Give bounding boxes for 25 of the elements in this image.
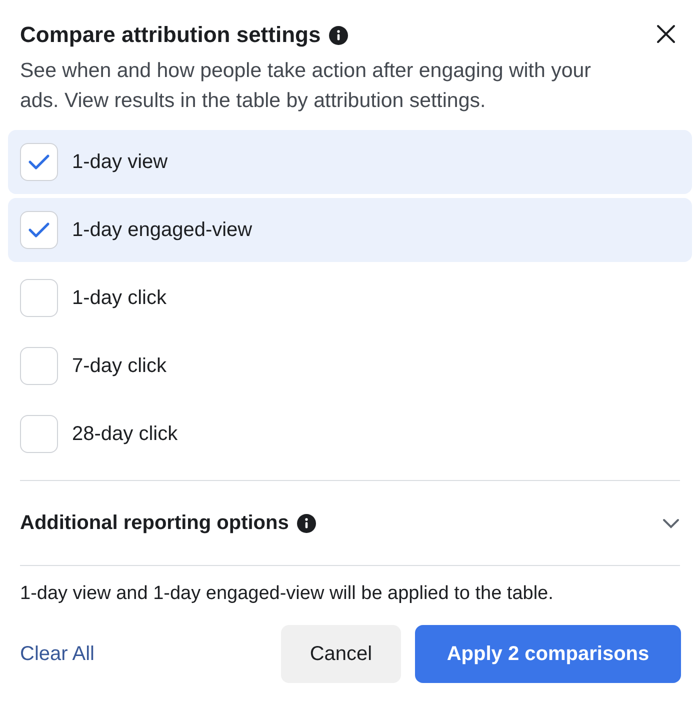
chevron-icon [662, 517, 680, 529]
option-label: 7-day click [72, 354, 166, 379]
option-row[interactable]: 1-day view [8, 130, 692, 194]
option-label: 1-day click [72, 286, 166, 311]
option-label: 1-day view [72, 150, 168, 175]
dialog-title: Compare attribution settings [20, 21, 321, 49]
additional-options-toggle[interactable]: Additional reporting options [20, 481, 680, 565]
info-icon [328, 26, 348, 44]
option-label: 1-day engaged-view [72, 218, 252, 243]
clear-all-link[interactable]: Clear All [20, 639, 94, 669]
option-label: 28-day click [72, 422, 178, 447]
info-icon [296, 514, 316, 532]
close-icon[interactable] [656, 24, 676, 44]
check-icon [28, 221, 50, 239]
dialog-description: See when and how people take action after engaging with your ads. View results in the table by attribution settings. [19, 58, 592, 114]
cancel-button[interactable]: Cancel [281, 625, 401, 683]
option-row[interactable]: 1-day engaged-view [8, 198, 692, 262]
checkbox[interactable] [20, 143, 58, 181]
apply-button[interactable]: Apply 2 comparisons [415, 625, 681, 683]
checkbox[interactable] [20, 211, 58, 249]
check-icon [28, 153, 50, 171]
checkbox[interactable] [20, 415, 58, 453]
checkbox[interactable] [20, 347, 58, 385]
summary-text: 1-day view and 1-day engaged-view will be applied to the table. [19, 582, 554, 606]
checkbox[interactable] [20, 279, 58, 317]
